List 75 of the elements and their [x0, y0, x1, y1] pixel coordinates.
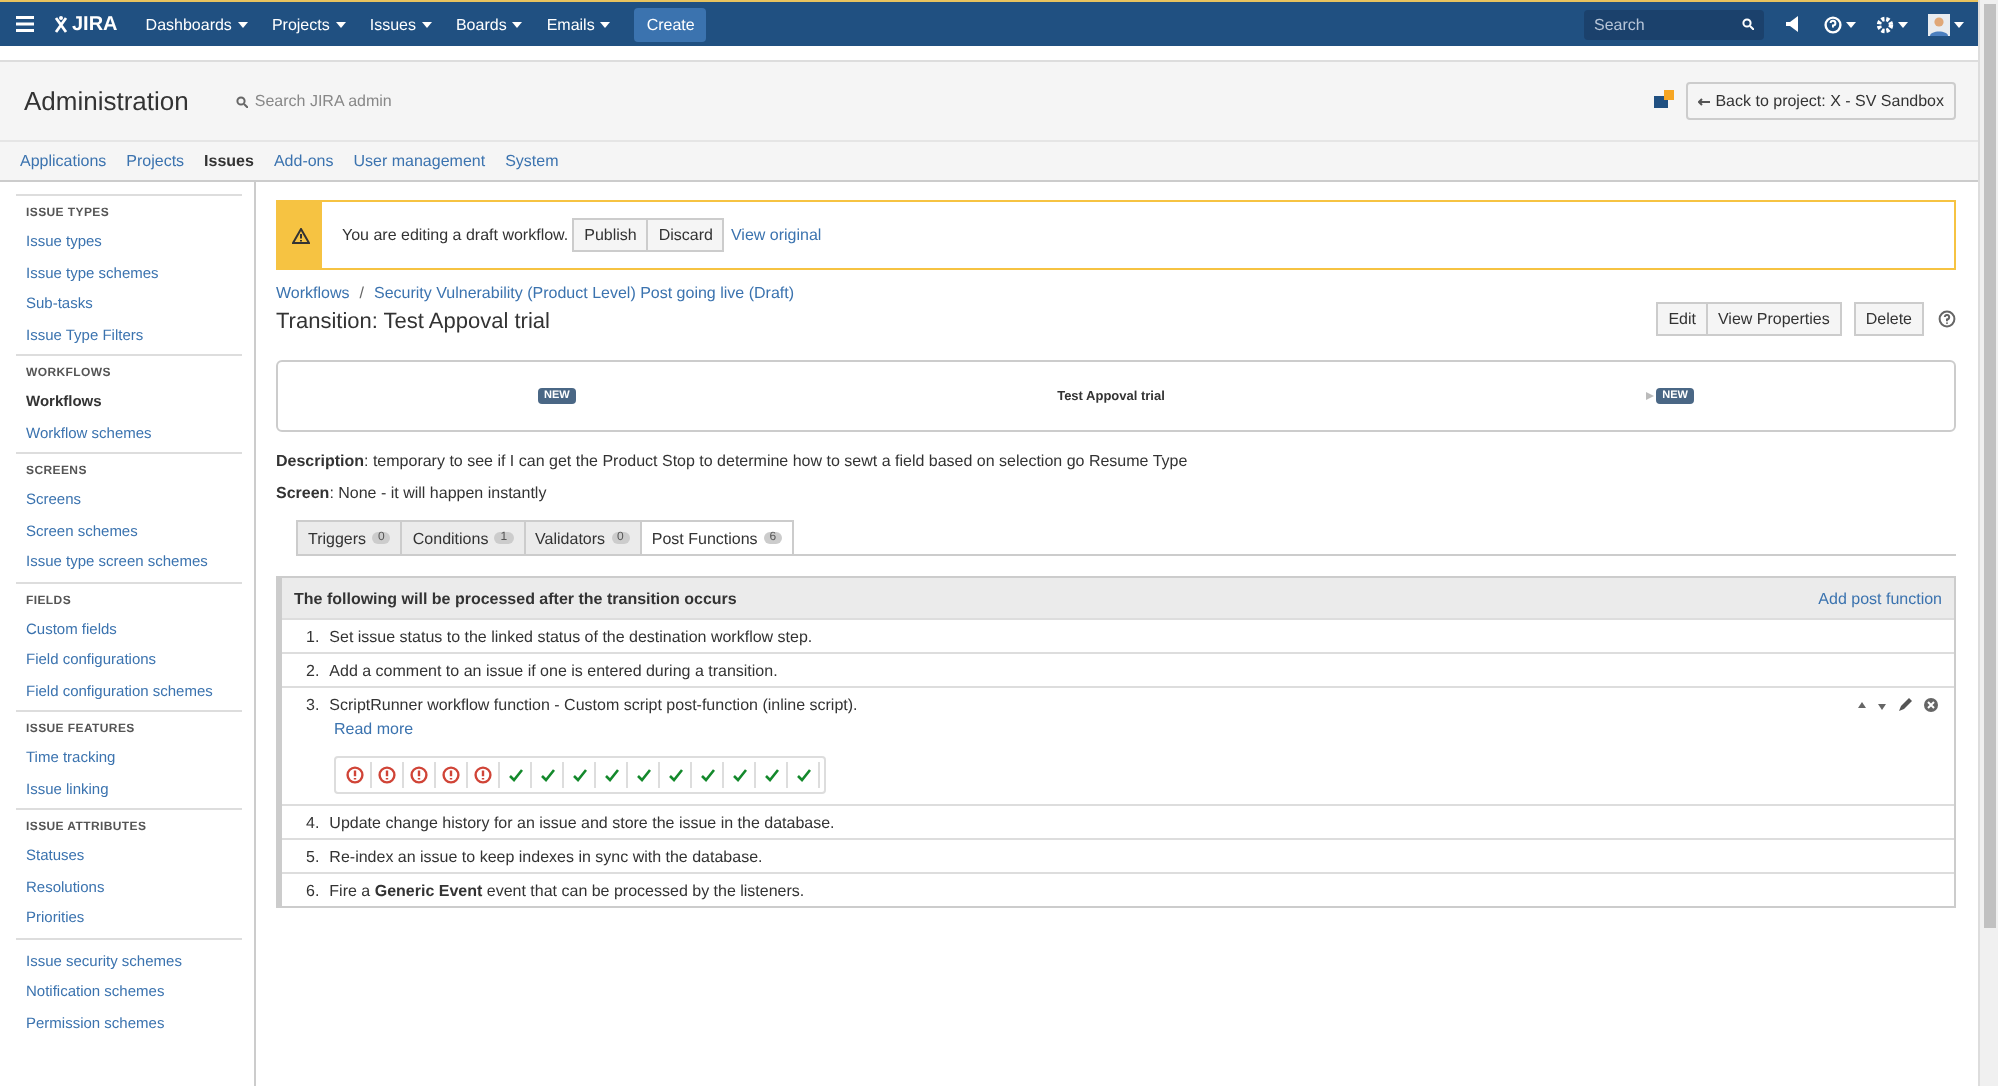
item-number: 2.	[306, 662, 320, 680]
back-to-project-button[interactable]: Back to project: X - SV Sandbox	[1685, 82, 1956, 120]
feedback-icon[interactable]	[1653, 90, 1676, 112]
post-function-text: Re-index an issue to keep indexes in sync with the database.	[329, 848, 763, 866]
avatar-icon[interactable]	[1928, 13, 1964, 35]
admin-tab[interactable]: Issues	[204, 152, 254, 170]
item-number: 6.	[306, 882, 320, 900]
item-number: 4.	[306, 814, 320, 832]
arrow-icon	[1697, 97, 1710, 105]
item-number: 1.	[306, 628, 320, 646]
admin-tab[interactable]: Add-ons	[273, 152, 334, 170]
admin-tab[interactable]: Projects	[126, 152, 185, 170]
error-icon[interactable]	[474, 766, 492, 784]
screen-text: Screen: None - it will happen instantly	[276, 484, 549, 502]
read-more-link[interactable]: Read more	[334, 720, 414, 738]
post-function-text: ScriptRunner workflow function - Custom script post-function (inline script).	[329, 696, 858, 714]
delete-icon[interactable]	[1924, 698, 1938, 712]
banner-button[interactable]: Discard	[646, 218, 725, 252]
admin-tab[interactable]: System	[505, 152, 559, 170]
search-icon	[236, 95, 249, 107]
menu-icon[interactable]	[16, 16, 34, 32]
admin-search-field[interactable]: Search JIRA admin	[236, 92, 392, 110]
post-function-text: Add a comment to an issue if one is entered during a transition.	[329, 662, 778, 680]
post-function-text: Fire a Generic Event event that can be processed by the listeners.	[329, 882, 805, 900]
action-button[interactable]: View Properties	[1705, 302, 1842, 336]
action-button[interactable]: Edit	[1656, 302, 1708, 336]
action-button[interactable]: Delete	[1853, 302, 1924, 336]
item-number: 3.	[306, 696, 320, 714]
caret-icon	[1846, 21, 1856, 27]
search-icon	[1742, 18, 1754, 30]
edit-icon[interactable]	[1898, 698, 1912, 712]
item-number: 5.	[306, 848, 320, 866]
admin-tab[interactable]: User management	[353, 152, 486, 170]
table-heading: The following will be processed after the transition occurs	[294, 589, 737, 607]
nav-menu[interactable]: Emails	[546, 15, 611, 33]
error-icon[interactable]	[346, 766, 364, 784]
help-icon[interactable]	[1938, 310, 1956, 328]
page-title: Administration	[24, 86, 189, 116]
scrollbar[interactable]	[1978, 0, 1998, 1086]
caret-icon	[237, 21, 248, 27]
megaphone-icon[interactable]	[1784, 16, 1804, 32]
breadcrumb-link[interactable]: Workflows	[276, 284, 350, 302]
help-icon[interactable]	[1824, 15, 1856, 33]
arrow-icon	[1646, 392, 1655, 400]
nav-menu[interactable]: Dashboards	[145, 15, 248, 33]
warning-icon	[291, 227, 309, 243]
caret-icon	[1954, 21, 1964, 27]
error-icon[interactable]	[410, 766, 428, 784]
caret-icon	[600, 21, 611, 27]
breadcrumb-link[interactable]: Security Vulnerability (Product Level) Post going live (Draft)	[373, 284, 794, 302]
post-function-text: Update change history for an issue and store the issue in the database.	[329, 814, 835, 832]
breadcrumb-separator: /	[359, 284, 364, 302]
move-down-icon[interactable]	[1878, 701, 1886, 709]
post-function-text: Set issue status to the linked status of the destination workflow step.	[329, 628, 813, 646]
caret-icon	[1898, 21, 1908, 27]
caret-icon	[512, 21, 523, 27]
description-text: Description: temporary to see if I can get the Product Stop to determine how to sewt a field based on selection go Resume Type	[276, 452, 1190, 470]
banner-button[interactable]: Publish	[572, 218, 649, 252]
banner-message: You are editing a draft workflow.	[342, 226, 569, 244]
add-post-function-link[interactable]: Add post function	[1818, 589, 1942, 607]
search-field[interactable]: Search	[1584, 9, 1764, 39]
create-button[interactable]: Create	[634, 7, 707, 41]
nav-menu[interactable]: Boards	[455, 15, 523, 33]
admin-tab[interactable]: Applications	[20, 152, 107, 170]
error-icon[interactable]	[378, 766, 396, 784]
error-icon[interactable]	[442, 766, 460, 784]
transition-title: Transition: Test Appoval trial	[276, 309, 550, 333]
move-up-icon[interactable]	[1858, 701, 1866, 709]
view-original-link[interactable]: View original	[730, 226, 822, 244]
caret-icon	[421, 21, 432, 27]
nav-menu[interactable]: Projects	[271, 15, 346, 33]
jira-logo[interactable]: JIRA	[54, 13, 118, 35]
settings-icon[interactable]	[1876, 15, 1908, 33]
caret-icon	[335, 21, 346, 27]
nav-menu[interactable]: Issues	[369, 15, 432, 33]
